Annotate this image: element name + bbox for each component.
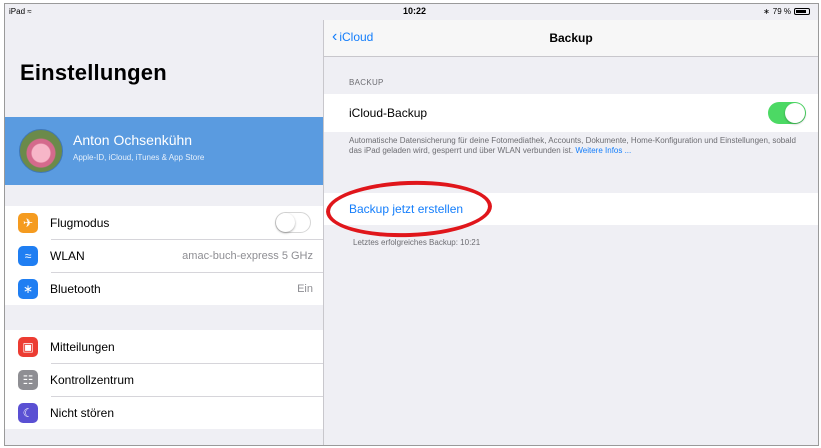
sidebar-item-label: Nicht stören [50, 405, 115, 420]
control-center-icon: ☷ [18, 370, 38, 390]
sidebar-item-kontrollzentrum[interactable]: ☷ Kontrollzentrum [5, 363, 323, 396]
backup-description: Automatische Datensicherung für deine Fo… [349, 136, 799, 156]
sidebar-item-label: Kontrollzentrum [50, 372, 135, 387]
battery-icon [794, 8, 810, 15]
icloud-backup-toggle[interactable] [768, 102, 806, 124]
sidebar-item-label: Flugmodus [50, 215, 110, 230]
moon-icon: ☾ [18, 403, 38, 423]
wlan-value: amac-buch-express 5 GHz [182, 249, 313, 262]
bluetooth-status-icon: ∗ [763, 7, 770, 16]
sidebar-item-label: Mitteilungen [50, 339, 115, 354]
last-backup-info: Letztes erfolgreiches Backup: 10:21 [353, 238, 481, 247]
sidebar-item-bluetooth[interactable]: ∗ Bluetooth Ein [5, 272, 323, 305]
sidebar-item-mitteilungen[interactable]: ▣ Mitteilungen [5, 330, 323, 363]
battery-percent: 79 % [772, 7, 791, 16]
wifi-icon: ≈ [18, 246, 38, 266]
sidebar-item-label: WLAN [50, 248, 85, 263]
wifi-status-icon: ≈ [27, 7, 32, 16]
flugmodus-toggle[interactable] [275, 212, 311, 233]
backup-description-text: Automatische Datensicherung für deine Fo… [349, 136, 796, 155]
ipad-screen: iPad ≈ 10:22 ∗ 79 % Einstellungen Anton … [4, 3, 819, 446]
sidebar-item-label: Bluetooth [50, 281, 101, 296]
sidebar-item-flugmodus[interactable]: ✈ Flugmodus [5, 206, 323, 239]
sidebar-item-wlan[interactable]: ≈ WLAN amac-buch-express 5 GHz [5, 239, 323, 272]
apple-id-profile[interactable]: Anton Ochsenkühn Apple-ID, iCloud, iTune… [5, 117, 323, 185]
sidebar-item-nicht-stoeren[interactable]: ☾ Nicht stören [5, 396, 323, 429]
page-title: Einstellungen [20, 60, 167, 85]
status-bar: iPad ≈ 10:22 ∗ 79 % [5, 4, 818, 20]
settings-group-connectivity: ✈ Flugmodus ≈ WLAN amac-buch-express 5 G… [5, 206, 323, 305]
airplane-icon: ✈ [18, 213, 38, 233]
bluetooth-value: Ein [297, 282, 313, 295]
detail-nav-bar: ‹ iCloud Backup [324, 20, 818, 57]
clock: 10:22 [403, 6, 427, 16]
settings-sidebar: Einstellungen Anton Ochsenkühn Apple-ID,… [5, 20, 323, 445]
bluetooth-icon: ∗ [18, 279, 38, 299]
status-right: ∗ 79 % [763, 7, 810, 16]
backup-detail: BACKUP iCloud-Backup Automatische Datens… [324, 57, 818, 445]
section-header: BACKUP [349, 78, 384, 87]
profile-subtitle: Apple-ID, iCloud, iTunes & App Store [73, 153, 205, 162]
icloud-backup-label: iCloud-Backup [349, 106, 428, 120]
detail-title: Backup [549, 31, 593, 45]
more-info-link[interactable]: Weitere Infos ... [575, 146, 631, 155]
settings-group-notifications: ▣ Mitteilungen ☷ Kontrollzentrum ☾ Nicht… [5, 330, 323, 429]
icloud-backup-cell: iCloud-Backup [324, 94, 818, 132]
notifications-icon: ▣ [18, 337, 38, 357]
avatar [19, 129, 63, 173]
profile-name: Anton Ochsenkühn [73, 132, 193, 148]
device-label: iPad ≈ [9, 7, 32, 16]
